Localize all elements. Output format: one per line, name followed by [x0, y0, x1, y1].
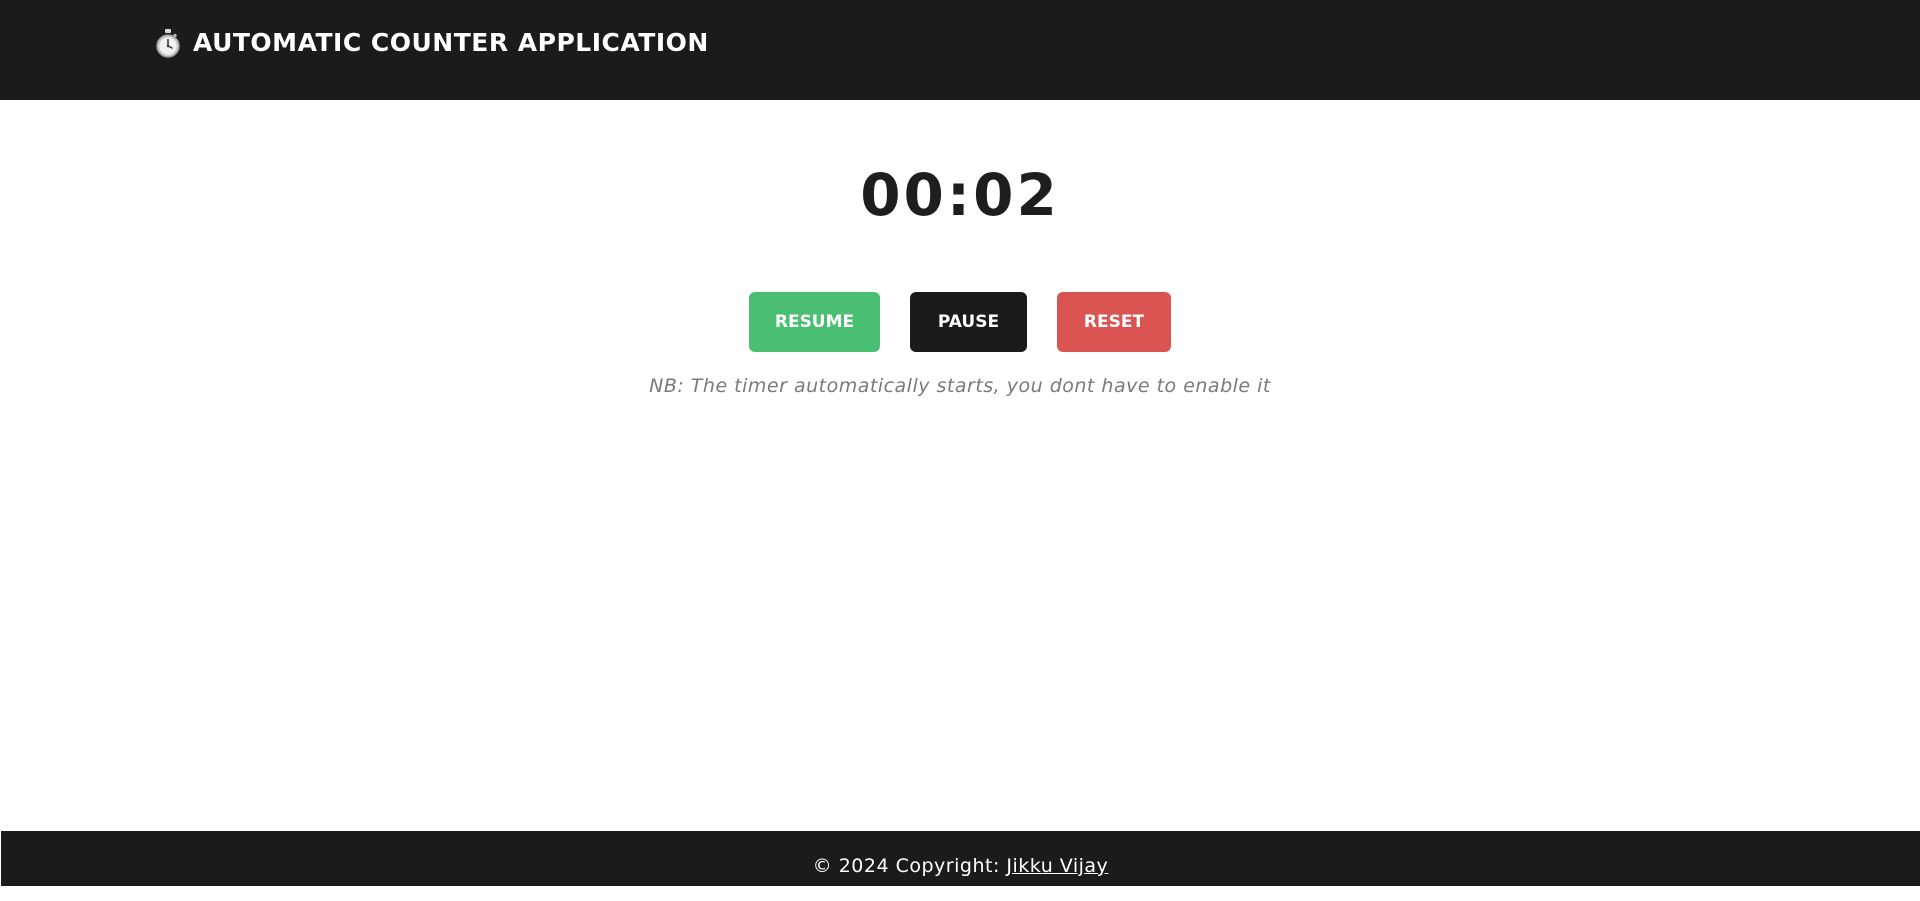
copyright-text: © 2024 Copyright: — [812, 855, 1007, 877]
navbar: AUTOMATIC COUNTER APPLICATION — [0, 0, 1920, 100]
author-link[interactable]: Jikku Vijay — [1006, 855, 1108, 877]
app-title: AUTOMATIC COUNTER APPLICATION — [193, 28, 709, 57]
pause-button[interactable]: PAUSE — [910, 292, 1027, 352]
resume-button[interactable]: RESUME — [749, 292, 880, 352]
brand-link[interactable]: AUTOMATIC COUNTER APPLICATION — [155, 26, 709, 60]
footer: © 2024 Copyright: Jikku Vijay — [1, 831, 1920, 886]
reset-button[interactable]: RESET — [1057, 292, 1171, 352]
stopwatch-icon — [155, 28, 181, 58]
timer-display: 00:02 — [860, 161, 1060, 229]
timer-note: NB: The timer automatically starts, you … — [649, 375, 1271, 397]
